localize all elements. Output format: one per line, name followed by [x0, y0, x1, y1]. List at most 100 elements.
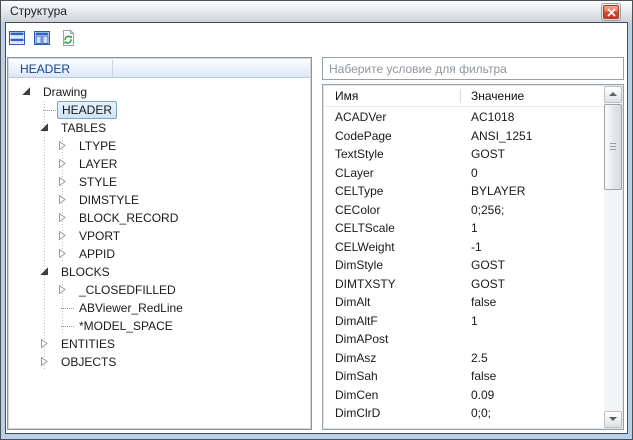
expander-expanded-icon[interactable]	[40, 123, 49, 132]
filter-input[interactable]	[323, 58, 623, 79]
window-title: Структура	[10, 4, 67, 18]
split-horizontal-button[interactable]	[8, 29, 26, 47]
tree-item-label: BLOCKS	[57, 264, 114, 280]
table-row-dimaltf[interactable]: DimAltF 1	[324, 312, 604, 331]
tree-item-model-space[interactable]: *MODEL_SPACE	[10, 317, 309, 335]
grid-header: Имя Значение	[324, 86, 604, 107]
property-name: TextStyle	[335, 147, 384, 161]
property-value: 0	[471, 166, 478, 180]
vertical-scrollbar[interactable]	[604, 86, 622, 428]
filter-box	[322, 57, 624, 80]
expander-collapsed-icon[interactable]	[58, 177, 67, 186]
property-value: false	[471, 369, 496, 383]
tree-panel-header-separator	[112, 60, 113, 76]
tree-item-ltype[interactable]: LTYPE	[10, 137, 309, 155]
tree-item-objects[interactable]: OBJECTS	[10, 353, 309, 371]
expander-collapsed-icon[interactable]	[58, 285, 67, 294]
tree-connector-tick	[61, 326, 74, 327]
tree-item-label: ENTITIES	[57, 336, 119, 352]
table-row-dimasz[interactable]: DimAsz2.5	[324, 349, 604, 368]
table-row-dimstyle[interactable]: DimStyleGOST	[324, 256, 604, 275]
expander-collapsed-icon[interactable]	[40, 339, 49, 348]
tree-panel-header-label: HEADER	[20, 62, 70, 76]
table-row-dimclrd[interactable]: DimClrD0;0;	[324, 404, 604, 423]
table-row-dimcen[interactable]: DimCen 0.09	[324, 386, 604, 405]
table-row-celtscale[interactable]: CELTScale1	[324, 219, 604, 238]
tree-connector-line	[44, 155, 45, 173]
client-area: HEADER DrawingHEADERTABLESLTYPELAYERSTYL…	[5, 22, 628, 434]
property-value: 0.09	[471, 388, 494, 402]
property-value: GOST	[471, 147, 505, 161]
property-name: DimAPost	[335, 332, 388, 346]
expander-expanded-icon[interactable]	[22, 87, 31, 96]
split-vertical-button[interactable]	[33, 29, 51, 47]
property-name: ACADVer	[335, 110, 386, 124]
scroll-up-icon	[609, 92, 617, 96]
expander-collapsed-icon[interactable]	[58, 195, 67, 204]
tree-connector-line	[44, 137, 45, 155]
tree-item-header[interactable]: HEADER	[10, 101, 309, 119]
tree-item-blocks[interactable]: BLOCKS	[10, 263, 309, 281]
table-row-celweight[interactable]: CELWeight-1	[324, 238, 604, 257]
tree-connector-line	[44, 299, 45, 317]
column-separator[interactable]	[460, 89, 461, 103]
property-value: BYLAYER	[471, 184, 525, 198]
tree-item-label: _CLOSEDFILLED	[75, 282, 180, 298]
tree-item-dimstyle[interactable]: DIMSTYLE	[10, 191, 309, 209]
table-row-clayer[interactable]: CLayer0	[324, 164, 604, 183]
property-name: DimClrD	[335, 406, 380, 420]
tree-item-entities[interactable]: ENTITIES	[10, 335, 309, 353]
tree-item-style[interactable]: STYLE	[10, 173, 309, 191]
property-name: CodePage	[335, 129, 392, 143]
property-value: 1	[471, 314, 478, 328]
tree-connector-line	[44, 191, 45, 209]
property-name: DimSah	[335, 369, 378, 383]
close-button[interactable]	[601, 3, 621, 21]
expander-collapsed-icon[interactable]	[58, 141, 67, 150]
tree-item-vport[interactable]: VPORT	[10, 227, 309, 245]
property-name: DimAltF	[335, 314, 378, 328]
expander-collapsed-icon[interactable]	[58, 249, 67, 258]
tree-item-label: HEADER	[57, 101, 117, 119]
scroll-down-button[interactable]	[604, 411, 622, 428]
structure-window: Структура	[0, 0, 633, 440]
scrollbar-thumb[interactable]	[604, 104, 622, 190]
column-header-value[interactable]: Значение	[471, 89, 524, 103]
table-row-celtype[interactable]: CELType BYLAYER	[324, 182, 604, 201]
close-icon	[603, 5, 619, 19]
expander-collapsed-icon[interactable]	[58, 213, 67, 222]
column-header-name[interactable]: Имя	[335, 89, 358, 103]
tree-item-tables[interactable]: TABLES	[10, 119, 309, 137]
scroll-up-button[interactable]	[604, 86, 622, 103]
tree-item-abviewer-redline[interactable]: ABViewer_RedLine	[10, 299, 309, 317]
property-value: -1	[471, 240, 482, 254]
table-row-codepage[interactable]: CodePage ANSI_1251	[324, 127, 604, 146]
tree-item-label: *MODEL_SPACE	[75, 318, 177, 334]
table-row-cecolor[interactable]: CEColor0;256;	[324, 201, 604, 220]
table-row-acadver[interactable]: ACADVerAC1018	[324, 108, 604, 127]
tree-item-block-record[interactable]: BLOCK_RECORD	[10, 209, 309, 227]
property-value: ANSI_1251	[471, 129, 532, 143]
property-name: CELType	[335, 184, 383, 198]
property-name: DimCen	[335, 388, 378, 402]
tree-item-drawing[interactable]: Drawing	[10, 83, 309, 101]
tree-connector-line	[44, 209, 45, 227]
title-bar[interactable]: Структура	[1, 1, 632, 22]
table-row-dimsah[interactable]: DimSah false	[324, 367, 604, 386]
table-row-dimalt[interactable]: DimAltfalse	[324, 293, 604, 312]
table-row-dimtxsty[interactable]: DIMTXSTYGOST	[324, 275, 604, 294]
table-row-dimapost[interactable]: DimAPost	[324, 330, 604, 349]
table-row-textstyle[interactable]: TextStyle GOST	[324, 145, 604, 164]
tree-panel-header: HEADER	[9, 59, 310, 78]
expander-collapsed-icon[interactable]	[40, 357, 49, 366]
refresh-button[interactable]	[59, 29, 77, 47]
expander-expanded-icon[interactable]	[40, 267, 49, 276]
tree-item-appid[interactable]: APPID	[10, 245, 309, 263]
tree-item-layer[interactable]: LAYER	[10, 155, 309, 173]
expander-collapsed-icon[interactable]	[58, 159, 67, 168]
expander-collapsed-icon[interactable]	[58, 231, 67, 240]
tree-item-label: TABLES	[57, 120, 110, 136]
tree-item-closedfilled[interactable]: _CLOSEDFILLED	[10, 281, 309, 299]
scroll-down-icon	[609, 417, 617, 421]
property-value: 1	[471, 221, 478, 235]
